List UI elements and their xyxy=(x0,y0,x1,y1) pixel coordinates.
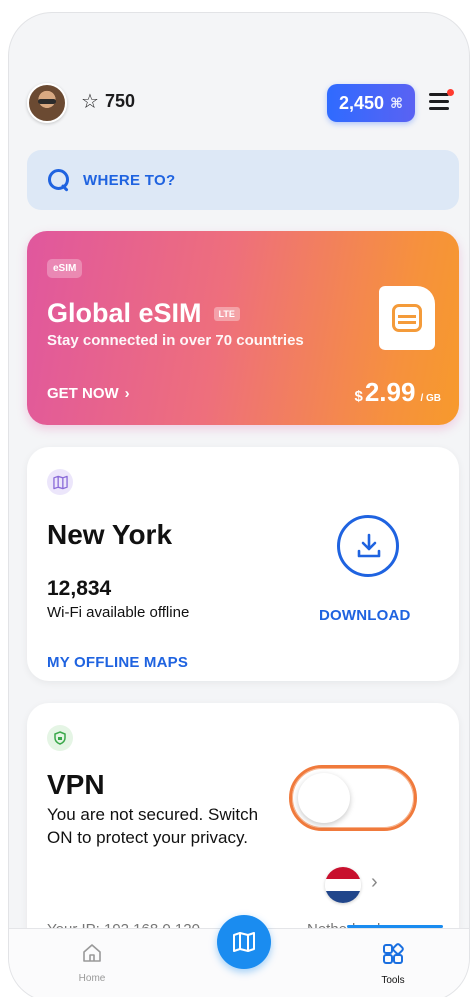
vpn-toggle-knob xyxy=(298,773,350,823)
tab-home-label: Home xyxy=(78,973,106,984)
download-label[interactable]: DOWNLOAD xyxy=(319,607,411,624)
esim-title-text: Global eSIM xyxy=(47,298,202,328)
menu-icon-line xyxy=(429,93,449,96)
esim-card[interactable]: eSIM Global eSIM LTE Stay connected in o… xyxy=(27,231,459,425)
menu-button[interactable] xyxy=(429,89,454,113)
shield-icon xyxy=(47,725,73,751)
tab-bar: Home Tools xyxy=(9,915,469,997)
esim-price: $ 2.99 / GB xyxy=(354,377,441,408)
price-unit: / GB xyxy=(420,393,441,404)
map-icon xyxy=(233,932,255,952)
esim-title: Global eSIM LTE xyxy=(47,298,240,329)
get-now-label: GET NOW xyxy=(47,385,119,402)
chevron-right-icon[interactable]: › xyxy=(371,871,378,894)
get-now-button[interactable]: GET NOW › xyxy=(47,385,130,402)
esim-subtitle: Stay connected in over 70 countries xyxy=(47,332,304,349)
map-button[interactable] xyxy=(217,915,271,969)
search-icon xyxy=(47,168,71,192)
map-city: New York xyxy=(47,519,173,550)
sim-card-icon xyxy=(379,286,435,350)
wifi-count: 12,834 xyxy=(47,577,112,600)
wifi-subtitle: Wi-Fi available offline xyxy=(47,604,190,621)
lte-badge: LTE xyxy=(213,306,240,321)
search-label: WHERE TO? xyxy=(83,171,176,189)
tab-tools[interactable]: Tools xyxy=(373,942,413,986)
coins-value: 2,450 xyxy=(339,92,385,113)
avatar[interactable] xyxy=(27,83,67,123)
stars-value: 750 xyxy=(104,91,135,111)
tools-icon xyxy=(383,943,404,964)
tab-tools-label: Tools xyxy=(381,975,405,986)
top-bar: ☆ 750 2,450 ⌘ xyxy=(9,83,469,143)
star-icon: ☆ xyxy=(81,90,99,113)
menu-icon-line xyxy=(429,107,449,110)
price-amount: 2.99 xyxy=(364,377,416,407)
phone-screen: ☆ 750 2,450 ⌘ WHERE TO? eSIM Global eSIM… xyxy=(8,12,470,997)
my-offline-maps-link[interactable]: MY OFFLINE MAPS xyxy=(47,654,188,671)
coins-badge[interactable]: 2,450 ⌘ xyxy=(327,84,416,122)
menu-icon-line xyxy=(429,100,449,103)
netherlands-flag-icon[interactable] xyxy=(325,867,361,903)
tab-home[interactable]: Home xyxy=(72,942,112,984)
stars-counter[interactable]: ☆ 750 xyxy=(81,91,135,112)
chevron-right-icon: › xyxy=(124,385,130,402)
vpn-title: VPN xyxy=(47,769,105,800)
download-icon xyxy=(357,533,381,558)
esim-tag: eSIM xyxy=(47,259,83,278)
download-button[interactable] xyxy=(337,515,399,577)
search-bar[interactable]: WHERE TO? xyxy=(27,150,459,210)
notification-dot xyxy=(447,89,454,96)
price-currency: $ xyxy=(354,388,363,405)
vpn-toggle[interactable] xyxy=(289,765,417,831)
map-icon xyxy=(47,469,73,495)
offline-maps-card: New York 12,834 Wi-Fi available offline … xyxy=(27,447,459,681)
sim-chip xyxy=(392,304,422,332)
vpn-description: You are not secured. Switch ON to protec… xyxy=(47,805,259,847)
coin-icon: ⌘ xyxy=(390,94,404,111)
home-icon xyxy=(83,944,101,962)
tab-active-indicator xyxy=(347,925,443,928)
